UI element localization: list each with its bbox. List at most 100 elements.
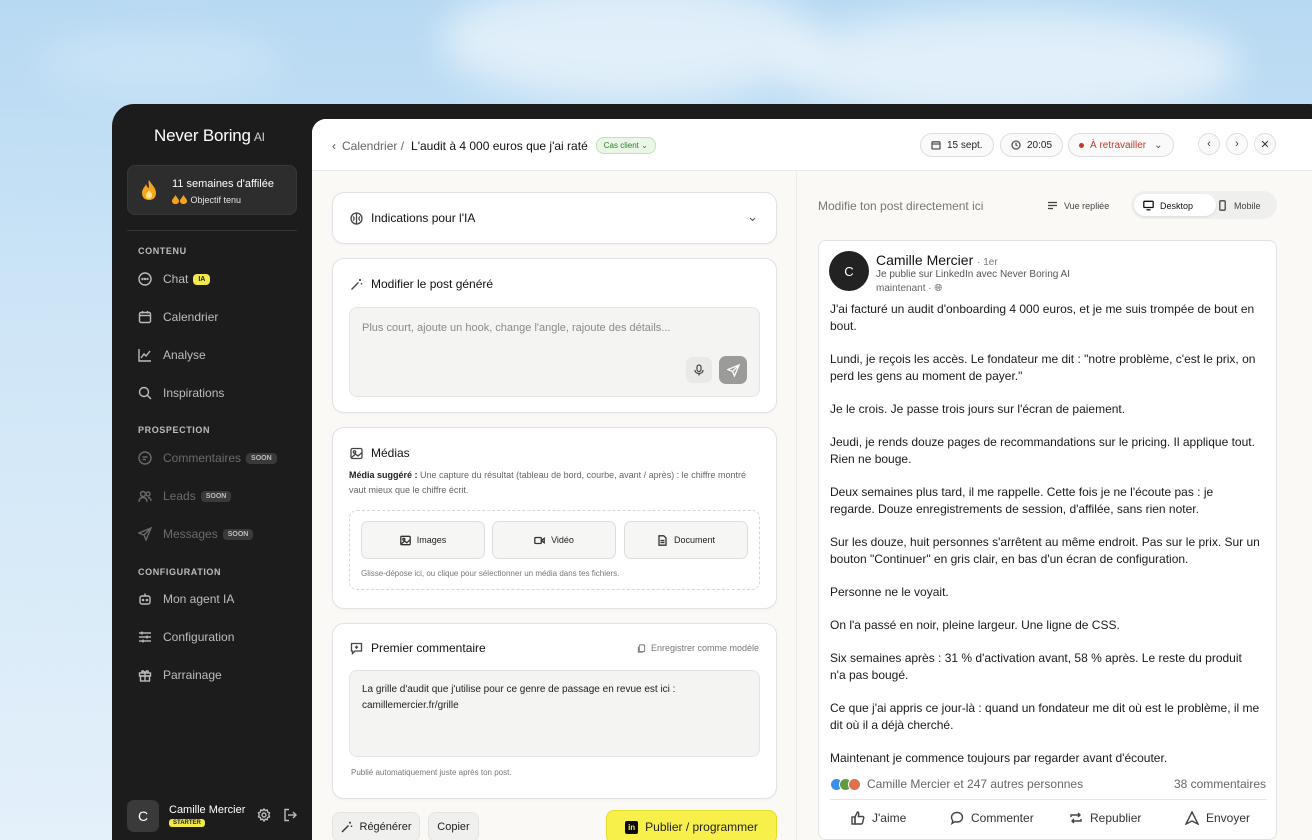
sidebar-item-calendrier[interactable]: Calendrier bbox=[138, 307, 218, 327]
sidebar-item-analyse[interactable]: Analyse bbox=[138, 345, 206, 365]
chat-icon bbox=[138, 272, 152, 286]
regenerate-label: Régénérer bbox=[359, 821, 412, 833]
breadcrumb: ‹ Calendrier / L'audit à 4 000 euros que… bbox=[332, 137, 656, 154]
post-body[interactable]: J'ai facturé un audit d'onboarding 4 000… bbox=[830, 301, 1260, 783]
comment-button[interactable]: Commenter bbox=[950, 811, 1034, 825]
send-icon bbox=[1185, 811, 1199, 825]
preview-hint: Modifie ton post directement ici bbox=[818, 199, 984, 213]
mobile-label: Mobile bbox=[1234, 200, 1261, 211]
plan-badge: STARTER bbox=[169, 819, 205, 827]
time-picker[interactable]: 20:05 bbox=[1000, 133, 1064, 157]
logout-icon[interactable] bbox=[283, 808, 297, 822]
gear-icon[interactable] bbox=[257, 808, 271, 822]
sidebar-item-label: Configuration bbox=[163, 630, 235, 644]
date-picker[interactable]: 15 sept. bbox=[920, 133, 994, 157]
sidebar-item-leads[interactable]: Leads SOON bbox=[138, 486, 232, 506]
regenerate-button[interactable]: Régénérer bbox=[332, 812, 420, 840]
sidebar-item-inspirations[interactable]: Inspirations bbox=[138, 383, 224, 403]
comment-label: Commenter bbox=[971, 811, 1034, 825]
topbar: ‹ Calendrier / L'audit à 4 000 euros que… bbox=[312, 119, 1312, 171]
linkedin-post-preview[interactable]: C Camille Mercier · 1er Je publie sur Li… bbox=[818, 240, 1277, 840]
chevron-down-icon[interactable]: ⌄ bbox=[747, 209, 758, 225]
edit-instruction-input[interactable]: Plus court, ajoute un hook, change l'ang… bbox=[349, 307, 760, 397]
images-button[interactable]: Images bbox=[361, 521, 485, 559]
media-title: Médias bbox=[371, 446, 410, 460]
view-folded-toggle[interactable]: Vue repliée bbox=[1047, 200, 1109, 211]
repost-label: Republier bbox=[1090, 811, 1142, 825]
chevron-down-icon: ⌄ bbox=[641, 141, 648, 150]
video-icon bbox=[534, 536, 545, 544]
like-label: J'aime bbox=[872, 811, 907, 825]
comments-count[interactable]: 38 commentaires bbox=[1174, 777, 1266, 791]
date-value: 15 sept. bbox=[947, 139, 983, 151]
like-button[interactable]: J'aime bbox=[851, 811, 906, 825]
sidebar-item-commentaires[interactable]: Commentaires SOON bbox=[138, 448, 277, 468]
post-divider bbox=[830, 799, 1267, 800]
status-dropdown[interactable]: À retravailler ⌄ bbox=[1068, 133, 1174, 157]
first-comment-value: La grille d'audit que j'utilise pour ce … bbox=[362, 684, 676, 711]
post-paragraph: On l'a passé en noir, pleine largeur. Un… bbox=[830, 618, 1120, 632]
ai-hints-card[interactable]: Indications pour l'IA ⌄ bbox=[332, 192, 777, 244]
document-button[interactable]: Document bbox=[624, 521, 748, 559]
close-button[interactable]: ✕ bbox=[1254, 133, 1276, 155]
soon-badge: SOON bbox=[222, 528, 254, 540]
image-icon bbox=[350, 447, 363, 459]
time-value: 20:05 bbox=[1027, 139, 1053, 151]
comment-icon bbox=[138, 451, 152, 465]
video-button[interactable]: Vidéo bbox=[492, 521, 616, 559]
flame-icon bbox=[172, 195, 179, 204]
media-card: Médias Média suggéré : Une capture du ré… bbox=[332, 427, 777, 609]
send-button[interactable] bbox=[719, 356, 747, 384]
next-button[interactable]: › bbox=[1226, 133, 1248, 155]
sidebar-item-label: Inspirations bbox=[163, 386, 225, 400]
sidebar-item-mon-agent-ia[interactable]: Mon agent IA bbox=[138, 589, 234, 609]
brand-logo[interactable]: Never Boring AI bbox=[154, 126, 265, 146]
post-paragraph: Sur les douze, huit personnes s'arrêtent… bbox=[830, 535, 1260, 566]
breadcrumb-parent[interactable]: Calendrier / bbox=[342, 139, 404, 153]
desktop-option[interactable]: Desktop bbox=[1143, 200, 1193, 211]
magic-wand-icon bbox=[341, 821, 352, 833]
post-subtitle: Je publie sur LinkedIn avec Never Boring… bbox=[876, 269, 1070, 280]
publish-button[interactable]: in Publier / programmer bbox=[606, 810, 777, 840]
category-tag[interactable]: Cas client ⌄ bbox=[595, 137, 656, 154]
editor-column: Indications pour l'IA ⌄ Modifier le post… bbox=[312, 172, 797, 840]
prev-button[interactable]: ‹ bbox=[1198, 133, 1220, 155]
first-comment-input[interactable]: La grille d'audit que j'utilise pour ce … bbox=[349, 670, 760, 757]
section-configuration: CONFIGURATION bbox=[138, 567, 222, 577]
save-template-button[interactable]: Enregistrer comme modèle bbox=[637, 643, 759, 653]
mobile-icon bbox=[1219, 200, 1226, 211]
user-profile[interactable]: C Camille Mercier STARTER bbox=[127, 800, 302, 838]
reactions-summary[interactable]: Camille Mercier et 247 autres personnes bbox=[830, 777, 1083, 791]
mic-button[interactable] bbox=[686, 357, 712, 383]
sidebar: Never Boring AI 11 semaines d'affilée Obj… bbox=[112, 104, 312, 840]
post-paragraph: J'ai facturé un audit d'onboarding 4 000… bbox=[830, 302, 1255, 333]
document-icon bbox=[658, 534, 667, 546]
media-dropzone[interactable]: Images Vidéo Document Glisse-dépose ici,… bbox=[349, 510, 760, 590]
media-header: Médias bbox=[350, 446, 410, 460]
first-comment-header: Premier commentaire bbox=[350, 641, 486, 655]
video-label: Vidéo bbox=[551, 535, 574, 545]
repost-button[interactable]: Republier bbox=[1069, 811, 1141, 825]
streak-subtitle-row: Objectif tenu bbox=[172, 195, 241, 205]
close-icon: ✕ bbox=[1260, 138, 1270, 151]
image-icon bbox=[399, 535, 411, 545]
sidebar-item-configuration[interactable]: Configuration bbox=[138, 627, 234, 647]
edit-placeholder: Plus court, ajoute un hook, change l'ang… bbox=[362, 322, 671, 334]
linkedin-icon: in bbox=[625, 820, 639, 834]
sidebar-item-chat[interactable]: Chat IA bbox=[138, 269, 211, 289]
post-paragraph: Maintenant je commence toujours par rega… bbox=[830, 751, 1168, 765]
post-degree: · 1er bbox=[977, 257, 998, 268]
chevron-left-icon[interactable]: ‹ bbox=[332, 139, 336, 153]
send-post-button[interactable]: Envoyer bbox=[1185, 811, 1250, 825]
sidebar-item-parrainage[interactable]: Parrainage bbox=[138, 665, 222, 685]
post-paragraph: Personne ne le voyait. bbox=[830, 585, 949, 599]
sidebar-item-messages[interactable]: Messages SOON bbox=[138, 524, 254, 544]
mobile-option[interactable]: Mobile bbox=[1217, 200, 1261, 211]
first-comment-footnote: Publié automatiquement juste après ton p… bbox=[351, 768, 512, 777]
copy-button[interactable]: Copier bbox=[428, 812, 479, 840]
copy-icon bbox=[637, 643, 646, 653]
post-time: maintenant · 🌐︎ bbox=[876, 283, 942, 294]
post-author-name: Camille Mercier bbox=[876, 252, 974, 268]
streak-card: 11 semaines d'affilée Objectif tenu bbox=[127, 165, 297, 215]
category-tag-label: Cas client bbox=[603, 141, 639, 150]
